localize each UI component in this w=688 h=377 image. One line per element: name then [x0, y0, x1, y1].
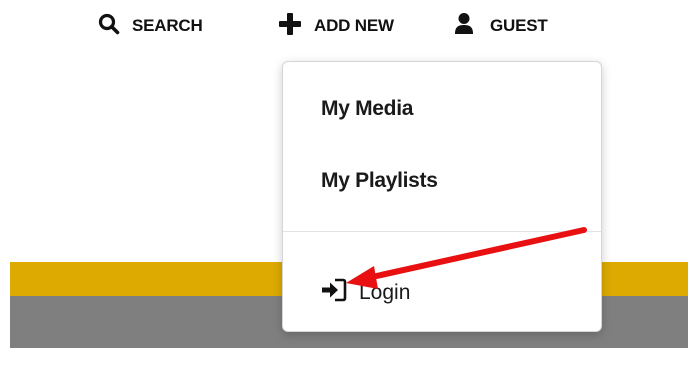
add-new-nav-button[interactable]: ADD NEW [278, 10, 394, 42]
search-nav-button[interactable]: SEARCH [98, 10, 203, 42]
user-icon [454, 12, 474, 41]
guest-nav-button[interactable]: GUEST [454, 10, 548, 42]
top-navigation: SEARCH ADD NEW GUEST [0, 0, 688, 52]
search-icon [98, 13, 120, 40]
plus-icon [278, 12, 302, 41]
login-menu-item[interactable]: Login [321, 278, 410, 307]
login-label: Login [359, 280, 411, 304]
guest-nav-label: GUEST [490, 16, 548, 35]
my-playlists-menu-item[interactable]: My Playlists [321, 169, 438, 193]
guest-dropdown-menu: My Media My Playlists Login [282, 61, 602, 332]
search-nav-label: SEARCH [132, 16, 203, 35]
sign-in-icon [321, 278, 347, 307]
menu-divider [283, 231, 601, 232]
my-media-menu-item[interactable]: My Media [321, 97, 413, 121]
add-new-nav-label: ADD NEW [314, 16, 394, 35]
